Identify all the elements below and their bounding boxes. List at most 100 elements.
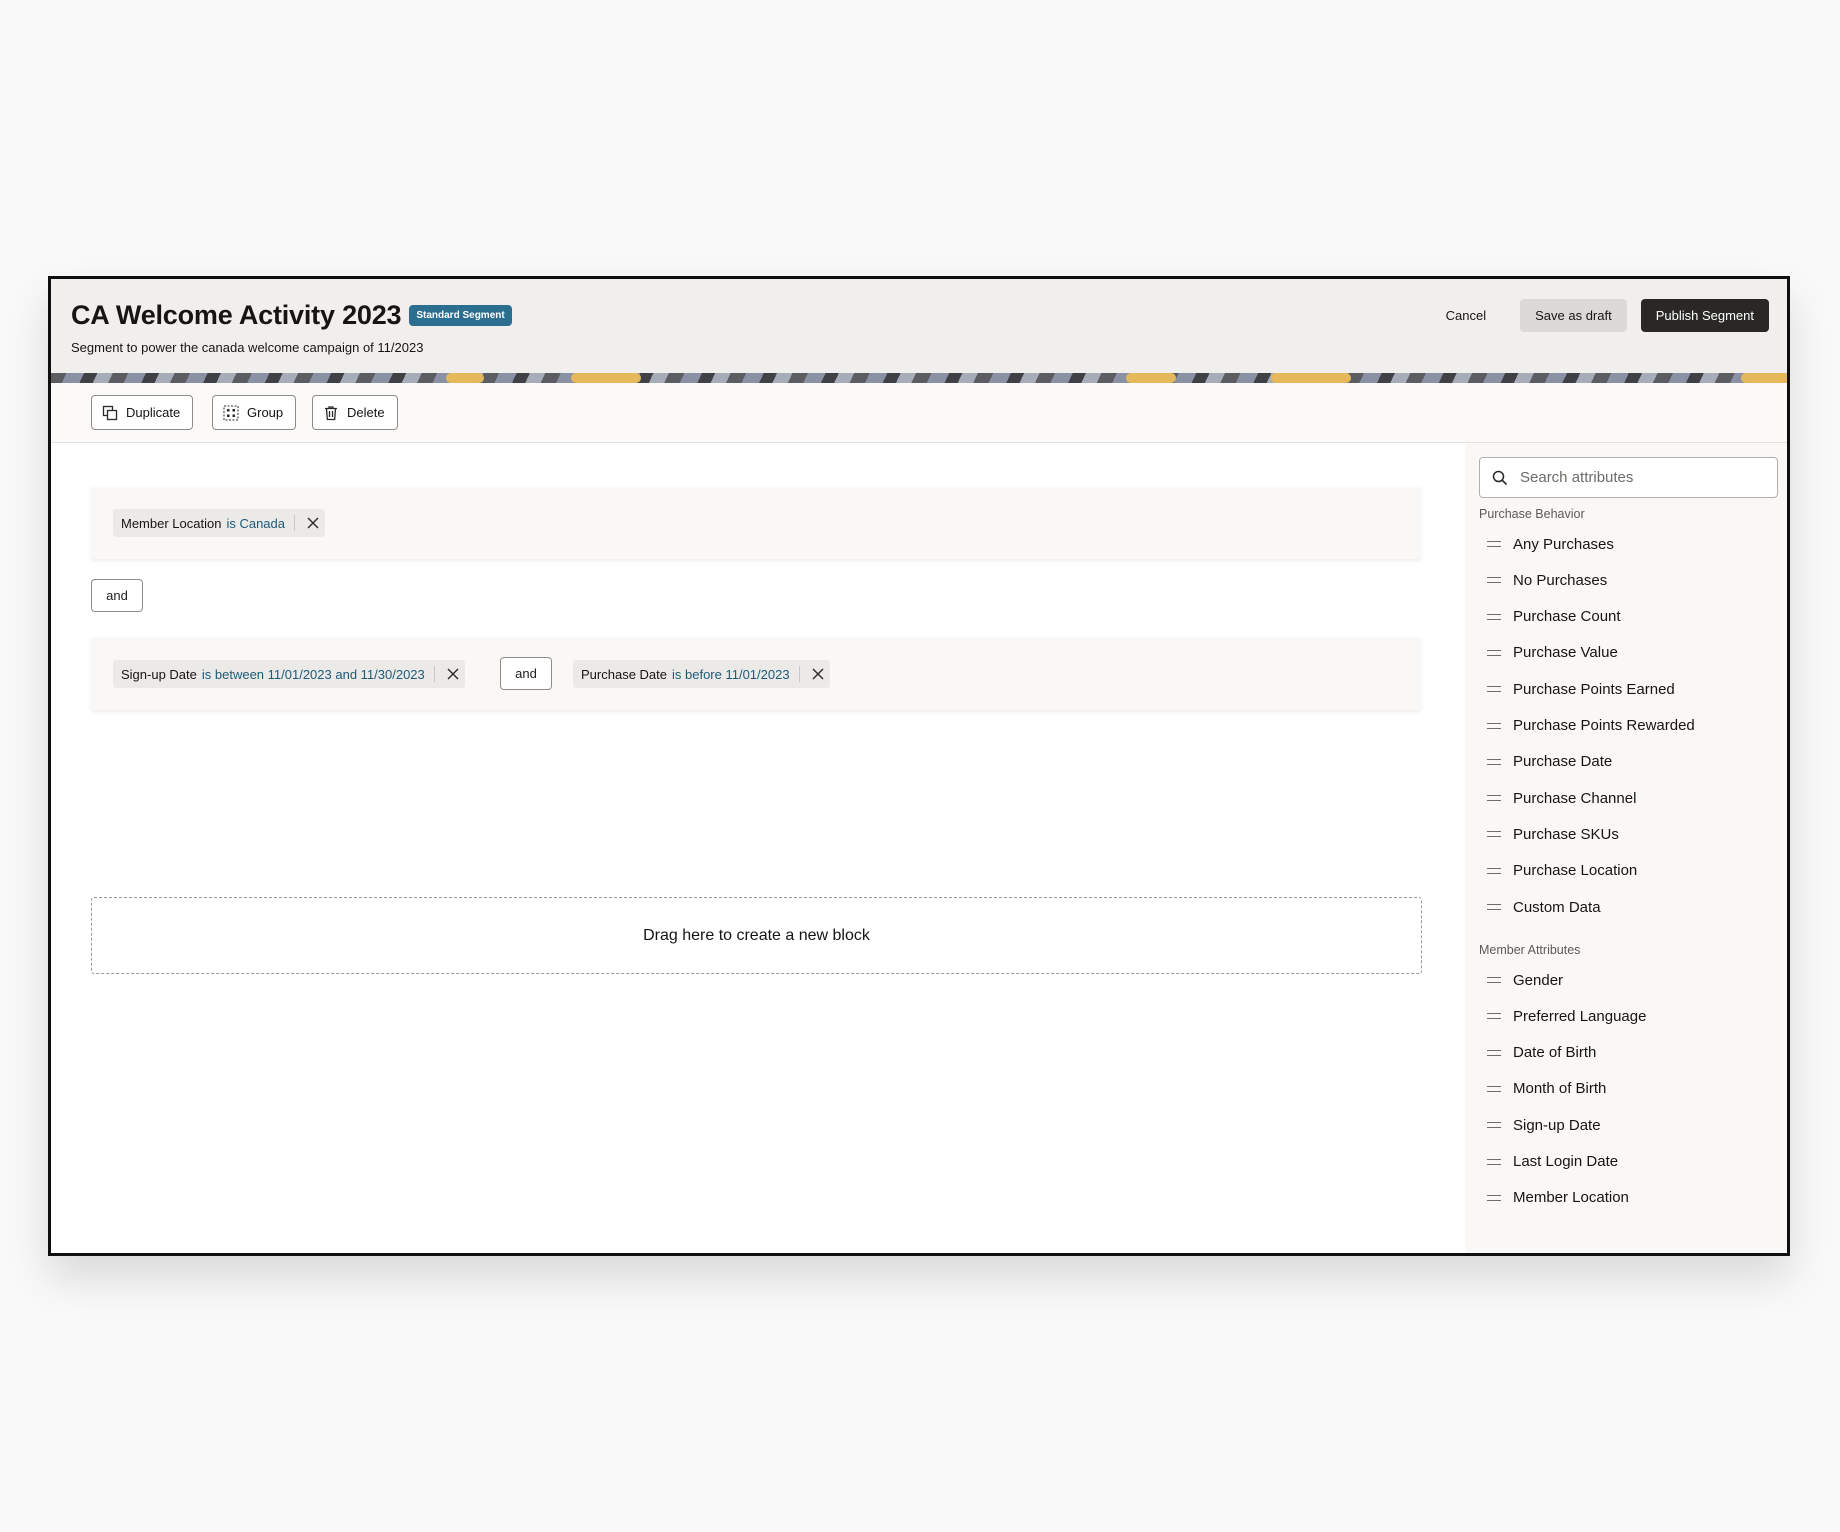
sidebar-attribute-item[interactable]: Purchase Date	[1487, 747, 1612, 777]
duplicate-icon	[102, 405, 118, 420]
and-connector-button[interactable]: and	[500, 657, 552, 690]
chip-divider	[294, 515, 295, 531]
attribute-label: No Purchases	[1513, 571, 1608, 589]
close-icon[interactable]	[806, 662, 830, 686]
drag-handle-icon	[1487, 904, 1501, 910]
sidebar-attribute-item[interactable]: Purchase Count	[1487, 602, 1621, 632]
sidebar-attribute-item[interactable]: Purchase Channel	[1487, 783, 1636, 813]
banner-accent	[1741, 373, 1787, 383]
group-button[interactable]: Group	[212, 395, 297, 430]
sidebar-attribute-item[interactable]: Month of Birth	[1487, 1074, 1606, 1104]
search-box[interactable]	[1479, 457, 1778, 498]
drag-handle-icon	[1487, 1013, 1501, 1020]
delete-label: Delete	[347, 405, 385, 420]
sidebar-attribute-item[interactable]: Purchase SKUs	[1487, 819, 1619, 849]
banner-accent	[571, 373, 641, 383]
attribute-label: Purchase Location	[1513, 862, 1638, 880]
trash-icon	[325, 405, 337, 420]
attribute-label: Purchase Points Rewarded	[1513, 717, 1695, 734]
drag-handle-icon	[1487, 613, 1501, 620]
attribute-label: Purchase Count	[1513, 608, 1621, 626]
chip-condition: is Canada	[226, 515, 285, 531]
save-draft-button[interactable]: Save as draft	[1520, 299, 1627, 332]
sidebar-attribute-item[interactable]: Preferred Language	[1487, 1001, 1646, 1031]
duplicate-label: Duplicate	[126, 405, 181, 420]
sidebar-attribute-item[interactable]: Purchase Points Rewarded	[1487, 711, 1695, 741]
drag-handle-icon	[1487, 649, 1501, 656]
sidebar-attribute-item[interactable]: Last Login Date	[1487, 1147, 1618, 1177]
page-title: CA Welcome Activity 2023	[71, 300, 402, 330]
drag-handle-icon	[1487, 722, 1501, 729]
attribute-label: Preferred Language	[1513, 1007, 1647, 1025]
segment-type-badge: Standard Segment	[409, 305, 512, 326]
rule-block-1[interactable]: Member Location is Canada	[91, 487, 1421, 559]
drag-handle-icon	[1487, 686, 1501, 693]
attribute-label: Purchase Date	[1513, 753, 1613, 771]
drag-handle-icon	[1487, 541, 1501, 547]
and-connector-button[interactable]: and	[91, 579, 143, 612]
chip-attribute: Member Location	[121, 515, 222, 531]
drag-handle-icon	[1487, 1085, 1501, 1092]
attribute-label: Purchase Channel	[1513, 789, 1637, 807]
toolbar: Duplicate Group Delete	[51, 383, 1787, 443]
attribute-label: Custom Data	[1513, 898, 1601, 916]
search-icon	[1492, 470, 1508, 485]
rule-chip-signup-date[interactable]: Sign-up Date is between 11/01/2023 and 1…	[113, 660, 465, 688]
group-label: Group	[247, 405, 284, 420]
sidebar-attribute-item[interactable]: Date of Birth	[1487, 1038, 1596, 1068]
rule-chip-member-location[interactable]: Member Location is Canada	[113, 509, 325, 537]
chip-divider	[433, 666, 435, 682]
attribute-label: Month of Birth	[1513, 1080, 1607, 1098]
drag-handle-icon	[1487, 831, 1501, 838]
rule-block-2[interactable]: Sign-up Date is between 11/01/2023 and 1…	[91, 637, 1421, 710]
title-row: CA Welcome Activity 2023 Standard Segmen…	[71, 300, 512, 331]
attribute-label: Purchase Points Earned	[1513, 680, 1675, 698]
banner-accent	[446, 373, 484, 383]
rule-chip-purchase-date[interactable]: Purchase Date is before 11/01/2023	[573, 660, 830, 688]
sidebar-attribute-item[interactable]: Sign-up Date	[1487, 1110, 1601, 1140]
attribute-label: Any Purchases	[1513, 535, 1614, 553]
drag-handle-icon	[1487, 795, 1501, 802]
sidebar-attribute-item[interactable]: Purchase Location	[1487, 856, 1637, 886]
chip-attribute: Purchase Date	[581, 666, 667, 682]
sidebar-section-label: Purchase Behavior	[1479, 507, 1585, 521]
banner-accent	[1126, 373, 1176, 383]
header: CA Welcome Activity 2023 Standard Segmen…	[51, 279, 1787, 373]
delete-button[interactable]: Delete	[312, 395, 398, 430]
cancel-button[interactable]: Cancel	[1428, 300, 1504, 331]
search-input[interactable]	[1520, 469, 1760, 486]
attribute-label: Member Location	[1513, 1189, 1629, 1207]
sidebar-attribute-item[interactable]: Any Purchases	[1487, 529, 1614, 559]
sidebar-attribute-item[interactable]: Purchase Value	[1487, 638, 1618, 668]
chip-divider	[798, 666, 800, 682]
decorative-banner	[51, 373, 1787, 383]
chip-attribute: Sign-up Date	[121, 666, 197, 682]
duplicate-button[interactable]: Duplicate	[91, 395, 194, 430]
attribute-label: Gender	[1513, 971, 1564, 989]
chip-condition: is between 11/01/2023 and 11/30/2023	[201, 666, 425, 682]
close-icon[interactable]	[441, 662, 465, 686]
drag-handle-icon	[1487, 1049, 1501, 1056]
group-icon	[223, 405, 239, 420]
attribute-label: Date of Birth	[1513, 1044, 1597, 1062]
sidebar-attribute-item[interactable]: Member Location	[1487, 1183, 1629, 1213]
attribute-label: Last Login Date	[1513, 1153, 1619, 1170]
drag-handle-icon	[1487, 758, 1501, 765]
sidebar-attribute-item[interactable]: No Purchases	[1487, 565, 1607, 595]
segment-editor-window: CA Welcome Activity 2023 Standard Segmen…	[48, 276, 1790, 1256]
chip-condition: is before 11/01/2023	[672, 666, 790, 682]
drag-handle-icon	[1487, 1158, 1501, 1165]
sidebar-attribute-item[interactable]: Purchase Points Earned	[1487, 674, 1675, 704]
attribute-label: Sign-up Date	[1513, 1116, 1601, 1134]
drag-handle-icon	[1487, 977, 1501, 983]
publish-segment-button[interactable]: Publish Segment	[1640, 299, 1769, 332]
sidebar-attribute-item[interactable]: Gender	[1487, 965, 1563, 995]
attributes-sidebar: Purchase Behavior Any Purchases No Purchas…	[1465, 443, 1787, 1253]
sidebar-attribute-item[interactable]: Custom Data	[1487, 892, 1601, 922]
rule-canvas: Member Location is Canada and Sign-up Da…	[51, 443, 1465, 1253]
new-block-dropzone[interactable]: Drag here to create a new block	[91, 897, 1422, 974]
attribute-label: Purchase SKUs	[1513, 825, 1619, 843]
close-icon[interactable]	[301, 511, 325, 535]
sidebar-section-label: Member Attributes	[1479, 943, 1581, 957]
page-subtitle: Segment to power the canada welcome camp…	[71, 340, 424, 355]
